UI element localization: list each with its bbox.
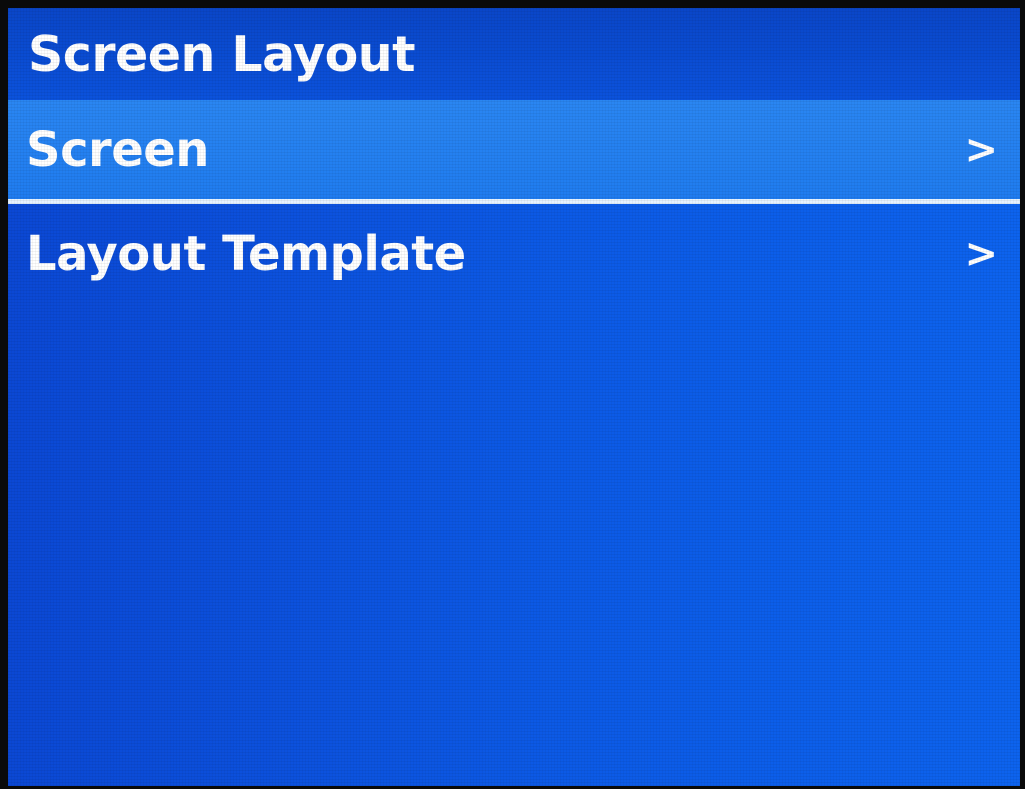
title-bar: Screen Layout [8, 8, 1020, 100]
osd-menu-screen: Screen Layout Screen > Layout Template > [8, 8, 1020, 786]
menu-item-layout-template[interactable]: Layout Template > [8, 204, 1020, 304]
menu-item-label: Screen [26, 122, 209, 178]
chevron-right-icon: > [964, 231, 998, 277]
menu-item-label: Layout Template [26, 226, 466, 282]
menu-item-screen[interactable]: Screen > [8, 100, 1020, 200]
page-title: Screen Layout [28, 25, 416, 83]
chevron-right-icon: > [964, 127, 998, 173]
